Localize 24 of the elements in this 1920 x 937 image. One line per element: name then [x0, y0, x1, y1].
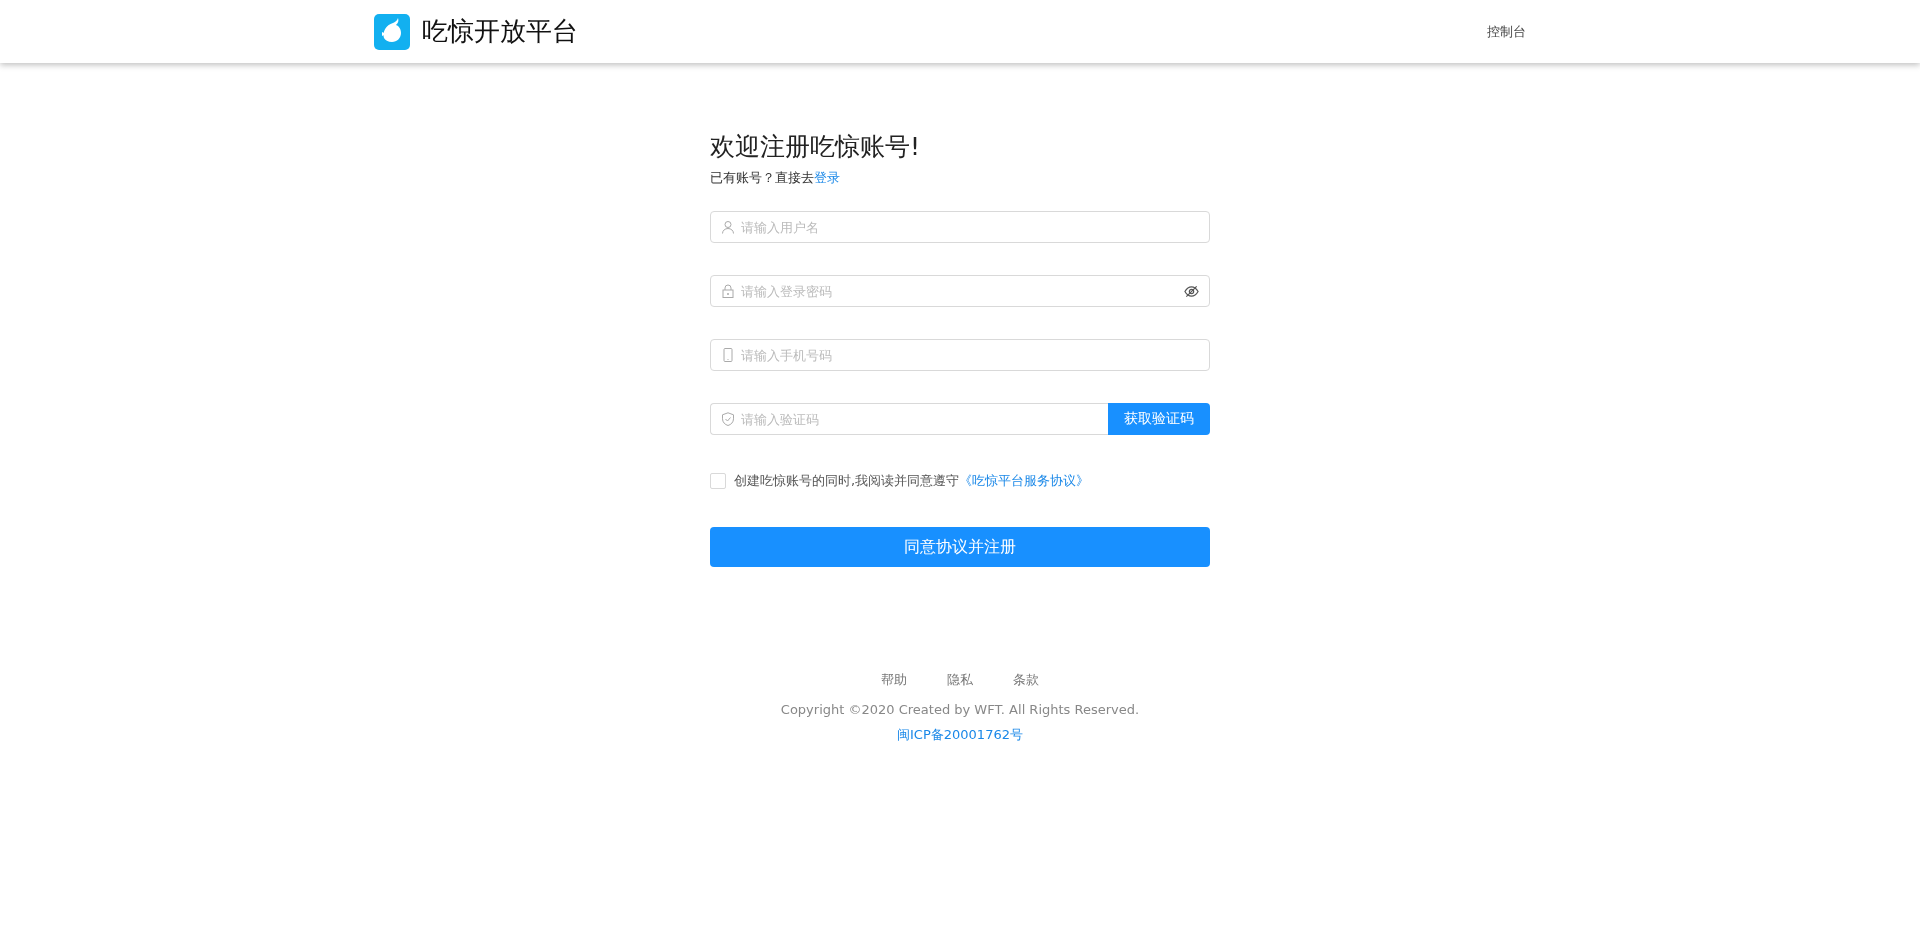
shield-check-icon: [721, 412, 735, 426]
form-title: 欢迎注册吃惊账号!: [710, 131, 922, 163]
agreement-text: 创建吃惊账号的同时,我阅读并同意遵守: [734, 472, 960, 490]
input-field[interactable]: 请输入登录密码: [710, 275, 1210, 307]
login-link[interactable]: 登录: [814, 170, 840, 185]
footer-link[interactable]: 条款: [1013, 671, 1039, 689]
get-code-button[interactable]: 获取验证码: [1108, 403, 1210, 435]
lock-icon: [721, 284, 735, 298]
footer-link[interactable]: 帮助: [881, 671, 907, 689]
phone-icon: [721, 348, 735, 362]
agreement-checkbox[interactable]: [710, 473, 726, 489]
input-field[interactable]: 请输入用户名: [710, 211, 1210, 243]
nav-link[interactable]: 控制台: [1467, 24, 1546, 39]
register-button[interactable]: 同意协议并注册: [710, 527, 1210, 567]
subtitle-text: 已有账号？直接去: [710, 170, 814, 185]
user-icon: [721, 220, 735, 234]
copyright-text: Copyright ©2020 Created by WFT. All Rights Reserved.: [780, 702, 1140, 717]
agreement-link[interactable]: 《吃惊平台服务协议》: [959, 472, 1090, 490]
input-field[interactable]: 请输入手机号码: [710, 339, 1210, 371]
icp-link[interactable]: 闽ICP备20001762号: [897, 726, 1023, 744]
input-field[interactable]: 请输入验证码: [710, 403, 1108, 435]
footer-link[interactable]: 隐私: [947, 671, 973, 689]
brand-name: 吃惊开放平台: [422, 15, 578, 48]
eye-off-icon[interactable]: [1184, 283, 1199, 299]
